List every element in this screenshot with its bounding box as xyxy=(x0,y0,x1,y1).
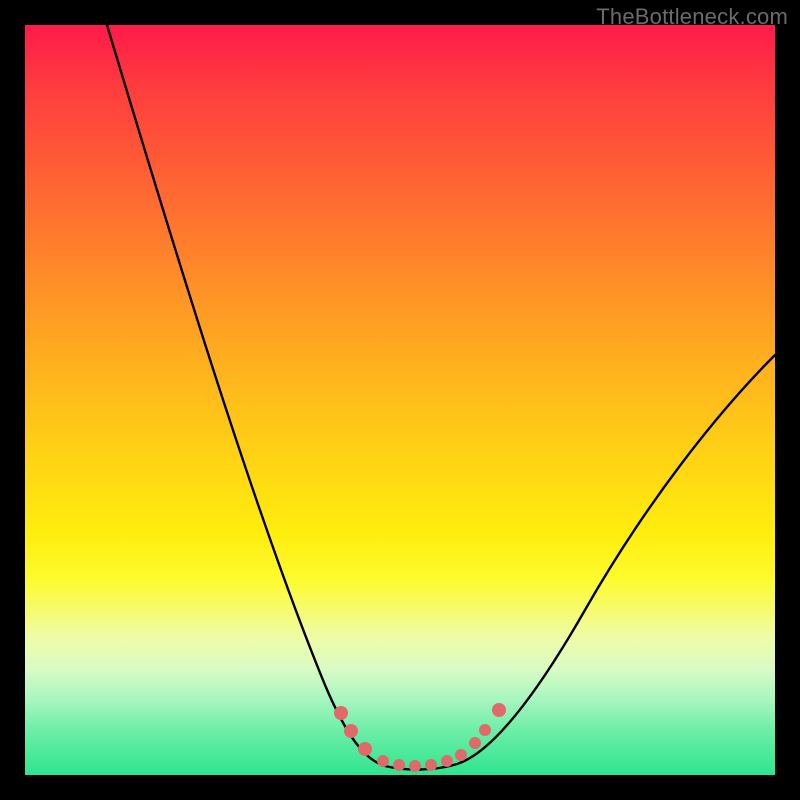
marker-dot xyxy=(425,759,437,771)
marker-dot xyxy=(479,724,491,736)
marker-dot xyxy=(469,737,481,749)
marker-group xyxy=(334,703,506,772)
curve-group xyxy=(107,25,775,770)
marker-dot xyxy=(358,742,372,756)
chart-svg xyxy=(25,25,775,775)
watermark-text: TheBottleneck.com xyxy=(596,4,788,30)
marker-dot xyxy=(334,706,348,720)
marker-dot xyxy=(377,755,389,767)
outer-frame: TheBottleneck.com xyxy=(0,0,800,800)
marker-dot xyxy=(393,759,405,771)
marker-dot xyxy=(492,703,506,717)
v-curve xyxy=(107,25,775,770)
marker-dot xyxy=(409,760,421,772)
marker-dot xyxy=(441,755,453,767)
plot-area xyxy=(25,25,775,775)
marker-dot xyxy=(344,724,358,738)
marker-dot xyxy=(455,749,467,761)
